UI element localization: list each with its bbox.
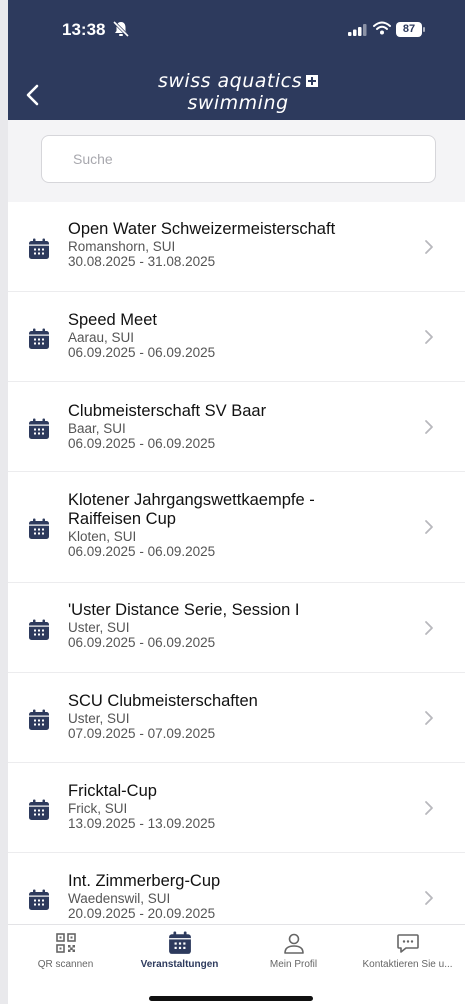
app-screen: 13:38 87 swiss aquatics swimming Suche O…	[8, 0, 465, 1004]
chevron-right-icon	[425, 891, 433, 905]
event-title: Klotener Jahrgangswettkaempfe - Raiffeis…	[68, 491, 315, 528]
home-indicator	[149, 996, 313, 1001]
chevron-right-icon	[425, 420, 433, 434]
event-dates: 06.09.2025 - 06.09.2025	[68, 635, 216, 650]
event-text: Clubmeisterschaft SV Baar Baar, SUI 06.0…	[68, 402, 405, 451]
event-item[interactable]: 'Uster Distance Serie, Session I Uster, …	[8, 583, 465, 673]
tab-label: Mein Profil	[269, 959, 318, 970]
event-title: Fricktal-Cup	[68, 782, 157, 800]
event-dates: 06.09.2025 - 06.09.2025	[68, 436, 216, 451]
chevron-right-icon	[425, 621, 433, 635]
event-text: 'Uster Distance Serie, Session I Uster, …	[68, 601, 405, 650]
chat-icon	[396, 934, 419, 953]
brand-logo: swiss aquatics swimming	[88, 70, 388, 114]
status-time: 13:38	[62, 20, 106, 39]
event-location: Waedenswil, SUI	[68, 891, 171, 906]
brand-line-2: swimming	[187, 92, 289, 114]
person-icon	[283, 933, 304, 954]
tab-events[interactable]: Veranstaltungen	[122, 931, 237, 970]
event-location: Frick, SUI	[68, 801, 128, 816]
search-area	[8, 120, 465, 202]
chevron-right-icon	[425, 330, 433, 344]
event-location: Kloten, SUI	[68, 529, 137, 544]
back-chevron-icon[interactable]	[18, 80, 48, 110]
chevron-right-icon	[425, 240, 433, 254]
calendar-icon	[29, 328, 49, 349]
calendar-icon	[29, 418, 49, 439]
event-title: Speed Meet	[68, 311, 157, 329]
event-location: Baar, SUI	[68, 421, 126, 436]
calendar-icon	[29, 799, 49, 820]
event-title: Int. Zimmerberg-Cup	[68, 872, 221, 890]
event-text: Fricktal-Cup Frick, SUI 13.09.2025 - 13.…	[68, 782, 405, 831]
bottom-tab-bar: QR scannen Veranstaltungen Mein Profil K…	[8, 924, 465, 1004]
event-dates: 06.09.2025 - 06.09.2025	[68, 544, 216, 559]
swiss-cross-icon	[306, 75, 319, 87]
qr-code-icon	[55, 933, 76, 953]
calendar-icon	[29, 518, 49, 539]
search-input[interactable]	[41, 135, 436, 183]
calendar-icon	[29, 709, 49, 730]
event-title: SCU Clubmeisterschaften	[68, 692, 258, 710]
event-item[interactable]: Clubmeisterschaft SV Baar Baar, SUI 06.0…	[8, 382, 465, 472]
chevron-right-icon	[425, 711, 433, 725]
signal-icon	[348, 24, 367, 36]
calendar-icon	[29, 889, 49, 910]
tab-label: Veranstaltungen	[140, 959, 219, 970]
event-text: Int. Zimmerberg-Cup Waedenswil, SUI 20.0…	[68, 872, 405, 921]
event-item[interactable]: Fricktal-Cup Frick, SUI 13.09.2025 - 13.…	[8, 763, 465, 853]
tab-qr-scan[interactable]: QR scannen	[8, 931, 123, 970]
silent-bell-icon	[112, 20, 130, 38]
tab-contact[interactable]: Kontaktieren Sie u...	[350, 931, 465, 970]
event-item[interactable]: Klotener Jahrgangswettkaempfe - Raiffeis…	[8, 472, 465, 583]
event-location: Romanshorn, SUI	[68, 239, 176, 254]
event-item[interactable]: SCU Clubmeisterschaften Uster, SUI 07.09…	[8, 673, 465, 763]
wifi-icon	[373, 21, 391, 35]
brand-line-1: swiss aquatics	[157, 70, 303, 92]
event-item[interactable]: Speed Meet Aarau, SUI 06.09.2025 - 06.09…	[8, 292, 465, 382]
event-title: 'Uster Distance Serie, Session I	[68, 601, 300, 619]
event-dates: 20.09.2025 - 20.09.2025	[68, 906, 216, 921]
calendar-icon	[29, 238, 49, 259]
chevron-right-icon	[425, 520, 433, 534]
event-dates: 13.09.2025 - 13.09.2025	[68, 816, 216, 831]
event-list[interactable]: Open Water Schweizermeisterschaft Romans…	[8, 202, 465, 924]
status-bar: 13:38 87	[8, 0, 465, 60]
event-text: SCU Clubmeisterschaften Uster, SUI 07.09…	[68, 692, 405, 741]
chevron-right-icon	[425, 801, 433, 815]
event-title: Open Water Schweizermeisterschaft	[68, 220, 336, 238]
event-text: Klotener Jahrgangswettkaempfe - Raiffeis…	[68, 491, 375, 559]
event-location: Uster, SUI	[68, 620, 130, 635]
tab-profile[interactable]: Mein Profil	[236, 931, 351, 970]
event-text: Speed Meet Aarau, SUI 06.09.2025 - 06.09…	[68, 311, 405, 360]
calendar-icon	[168, 931, 191, 954]
event-dates: 06.09.2025 - 06.09.2025	[68, 345, 216, 360]
battery-tip	[423, 27, 425, 32]
event-item[interactable]: Int. Zimmerberg-Cup Waedenswil, SUI 20.0…	[8, 853, 465, 924]
battery-indicator: 87	[396, 22, 422, 37]
calendar-icon	[29, 619, 49, 640]
event-dates: 07.09.2025 - 07.09.2025	[68, 726, 216, 741]
app-header: 13:38 87 swiss aquatics swimming	[8, 0, 465, 120]
tab-label: Kontaktieren Sie u...	[362, 959, 453, 970]
event-text: Open Water Schweizermeisterschaft Romans…	[68, 220, 405, 269]
event-dates: 30.08.2025 - 31.08.2025	[68, 254, 216, 269]
event-location: Uster, SUI	[68, 711, 130, 726]
tab-label: QR scannen	[37, 959, 94, 970]
event-title: Clubmeisterschaft SV Baar	[68, 402, 267, 420]
event-item[interactable]: Open Water Schweizermeisterschaft Romans…	[8, 202, 465, 292]
event-location: Aarau, SUI	[68, 330, 135, 345]
